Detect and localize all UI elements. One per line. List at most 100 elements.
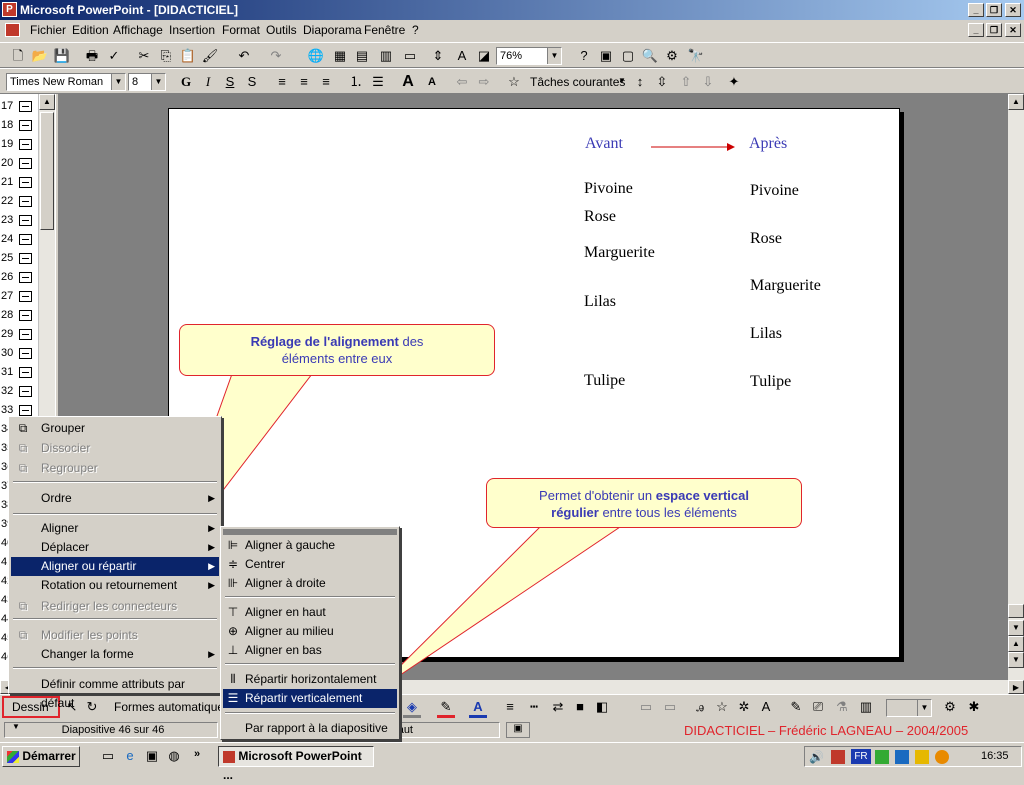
quicklaunch-4-icon[interactable]: ◍ (164, 746, 184, 766)
arrow-style-icon[interactable]: ⇄ (548, 697, 568, 717)
tray-app-icon[interactable] (831, 750, 845, 764)
volume-icon[interactable]: 🔊 (809, 750, 824, 764)
doc-restore-button[interactable]: ❐ (986, 23, 1002, 37)
shadow-button[interactable]: S (242, 72, 262, 92)
menu-help[interactable]: ? (412, 23, 419, 37)
spelling-status-icon[interactable]: ▣ (506, 722, 530, 738)
before-item-tulipe[interactable]: Tulipe (584, 372, 625, 390)
copy-icon[interactable]: ⎘ (156, 46, 176, 66)
drawing-tool-1-icon[interactable]: ⚙ (940, 697, 960, 717)
slide-thumbnail-icon[interactable] (19, 177, 32, 188)
language-indicator[interactable]: FR (851, 749, 871, 764)
toolbar-btn-2-icon[interactable]: ▢ (618, 46, 638, 66)
doc-close-button[interactable]: ✕ (1005, 23, 1021, 37)
slide-thumbnail-icon[interactable] (19, 253, 32, 264)
menu-item-aligner[interactable]: Aligner ▶ (11, 519, 219, 538)
submenu-item-centrer[interactable]: ≑ Centrer (223, 555, 397, 574)
outline-slide-row[interactable]: 17 (0, 97, 38, 116)
submenu-item-aligner-bas[interactable]: ⊥ Aligner en bas (223, 641, 397, 660)
tray-user-icon[interactable] (935, 750, 949, 764)
outline-slide-row[interactable]: 27 (0, 287, 38, 306)
after-item-lilas[interactable]: Lilas (750, 325, 782, 343)
quicklaunch-more-icon[interactable]: » (194, 748, 200, 760)
vertical-scroll-thumb[interactable] (1008, 604, 1024, 618)
after-item-tulipe[interactable]: Tulipe (750, 373, 791, 391)
outline-slide-row[interactable]: 32 (0, 382, 38, 401)
tray-security-icon[interactable] (915, 750, 929, 764)
submenu-item-repartir-verticalement[interactable]: ☰ Répartir verticalement (223, 689, 397, 708)
animation-icon[interactable]: ☆ (504, 72, 524, 92)
menu-item-ordre[interactable]: Ordre ▶ (11, 489, 219, 508)
center-icon[interactable]: ≡ (294, 72, 314, 92)
move-up-icon[interactable]: ⇧ (676, 72, 696, 92)
dash-style-icon[interactable]: ┅ (524, 697, 544, 717)
outline-slide-row[interactable]: 31 (0, 363, 38, 382)
line-style-icon[interactable]: ≡ (500, 697, 520, 717)
help-icon[interactable]: ? (574, 46, 594, 66)
submenu-item-aligner-droite[interactable]: ⊪ Aligner à droite (223, 574, 397, 593)
outline-slide-row[interactable]: 25 (0, 249, 38, 268)
redo-icon[interactable]: ↷ (266, 46, 286, 66)
ie-icon[interactable]: e (120, 746, 140, 766)
menu-item-modifier-points[interactable]: ⧉ Modifier les points (11, 626, 219, 645)
spellcheck-icon[interactable]: ✓ (104, 46, 124, 66)
scroll-right-icon[interactable]: ▶ (1008, 680, 1024, 694)
menu-fichier[interactable]: Fichier (30, 23, 66, 37)
toolbar-grey-3-icon[interactable]: ⚗ (832, 697, 852, 717)
menu-insertion[interactable]: Insertion (169, 23, 215, 37)
submenu-item-aligner-milieu[interactable]: ⊕ Aligner au milieu (223, 622, 397, 641)
chevron-down-icon[interactable]: ▼ (547, 48, 561, 64)
font-combo[interactable]: Times New Roman ▼ (6, 73, 126, 91)
bold-button[interactable]: G (176, 72, 196, 92)
tray-network-icon[interactable] (875, 750, 889, 764)
close-button[interactable]: ✕ (1005, 3, 1021, 17)
underline-button[interactable]: S (220, 72, 240, 92)
autoshapes-menu[interactable]: Formes automatiques (114, 700, 230, 714)
free-rotate-icon[interactable]: ↻ (82, 697, 102, 717)
submenu-item-aligner-haut[interactable]: ⊤ Aligner en haut (223, 603, 397, 622)
before-header[interactable]: Avant (585, 135, 623, 153)
vertical-scrollbar[interactable]: ▲ ▼ ▲ ▼ (1008, 94, 1024, 680)
chevron-down-icon[interactable]: ▼ (111, 74, 125, 90)
line-spacing-icon[interactable]: ↕ (630, 72, 650, 92)
menu-outils[interactable]: Outils (266, 23, 297, 37)
next-slide-icon[interactable]: ▼ (1008, 652, 1024, 668)
outline-slide-row[interactable]: 20 (0, 154, 38, 173)
slide-thumbnail-icon[interactable] (19, 367, 32, 378)
paste-icon[interactable]: 📋 (178, 46, 198, 66)
menu-item-regrouper[interactable]: ⧉ Regrouper (11, 459, 219, 478)
chevron-down-icon[interactable]: ▼ (151, 74, 165, 90)
menu-fenetre[interactable]: Fenêtre (364, 23, 405, 37)
demote-icon[interactable]: ⇨ (474, 72, 494, 92)
align-left-icon[interactable]: ≡ (272, 72, 292, 92)
scroll-down-icon[interactable]: ▼ (1008, 620, 1024, 636)
align-right-icon[interactable]: ≡ (316, 72, 336, 92)
submenu-item-repartir-horizontalement[interactable]: ⫴ Répartir horizontalement (223, 670, 397, 689)
move-down-icon[interactable]: ⇩ (698, 72, 718, 92)
macro-icon[interactable]: ⎚ (808, 697, 828, 717)
sparkle-icon[interactable]: ✲ (734, 697, 754, 717)
hyperlink-icon[interactable]: 🌐 (306, 46, 326, 66)
powerpoint-icon[interactable]: P (2, 2, 17, 17)
outline-slide-row[interactable]: 30 (0, 344, 38, 363)
menu-item-rotation[interactable]: Rotation ou retournement ▶ (11, 576, 219, 595)
spell-icon[interactable]: ✎ (786, 697, 806, 717)
outline-slide-row[interactable]: 26 (0, 268, 38, 287)
bullets-icon[interactable]: ☰ (368, 72, 388, 92)
outline-slide-row[interactable]: 29 (0, 325, 38, 344)
zoom-combo[interactable]: 76% ▼ (496, 47, 562, 65)
format-painter-icon[interactable]: 🖌 (200, 46, 220, 66)
abc-icon[interactable]: ▥ (856, 697, 876, 717)
menu-item-grouper[interactable]: ⧉ Grouper (11, 419, 219, 438)
previous-slide-icon[interactable]: ▲ (1008, 636, 1024, 652)
slide-thumbnail-icon[interactable] (19, 101, 32, 112)
size-combo[interactable]: 8 ▼ (128, 73, 166, 91)
submenu-item-par-rapport-diapositive[interactable]: Par rapport à la diapositive (223, 719, 397, 738)
cut-icon[interactable]: ✂ (134, 46, 154, 66)
before-item-lilas[interactable]: Lilas (584, 293, 616, 311)
decrease-font-icon[interactable]: A (422, 72, 442, 92)
outline-slide-row[interactable]: 18 (0, 116, 38, 135)
outline-slide-row[interactable]: 22 (0, 192, 38, 211)
slide-thumbnail-icon[interactable] (19, 120, 32, 131)
new-slide-icon[interactable]: ▭ (400, 46, 420, 66)
